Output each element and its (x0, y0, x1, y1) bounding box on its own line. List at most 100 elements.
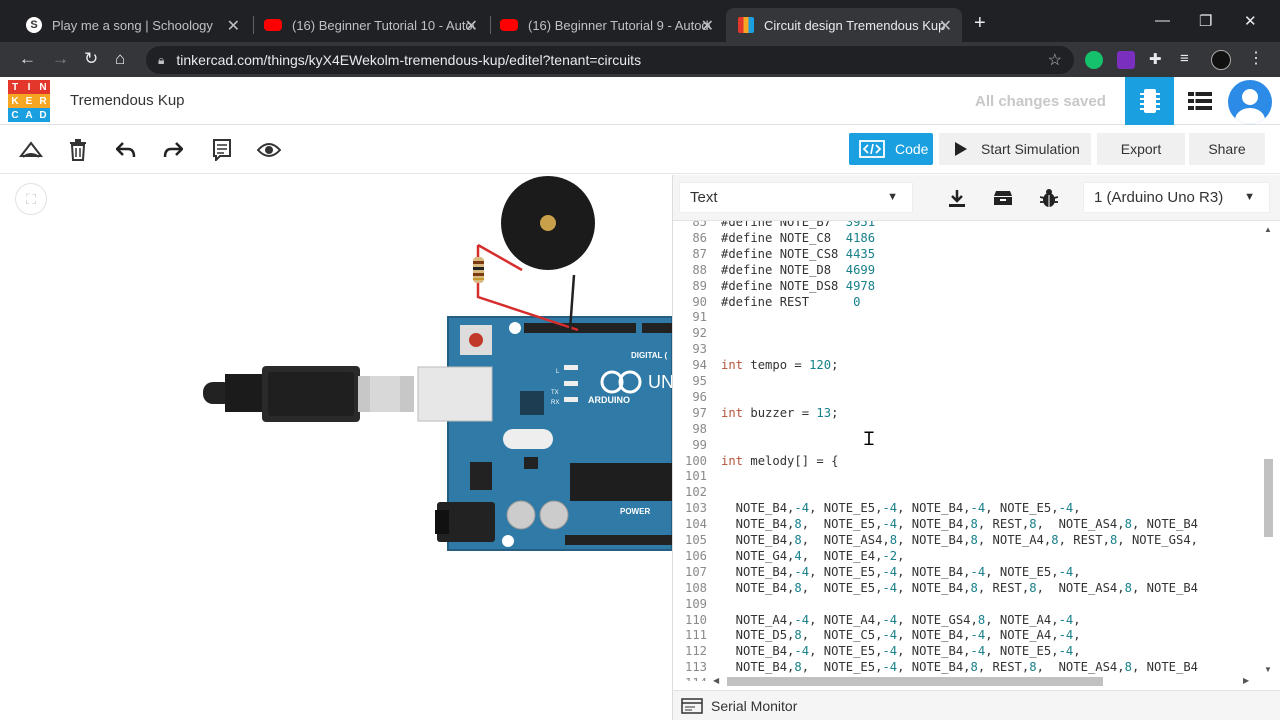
line-number: 87 (692, 246, 707, 261)
code-line[interactable]: 90 #define REST 0 (673, 294, 860, 310)
code-line[interactable]: 110 NOTE_A4,-4, NOTE_A4,-4, NOTE_GS4,8, … (673, 612, 1081, 628)
code-line[interactable]: 88 #define NOTE_D8 4699 (673, 262, 875, 278)
scroll-down-icon[interactable]: ▼ (1264, 665, 1272, 674)
code-line[interactable]: 102 (673, 484, 721, 500)
code-token: melody[] = { (743, 453, 839, 468)
profile-icon[interactable] (1211, 50, 1231, 70)
scroll-right-icon[interactable]: ▶ (1243, 676, 1249, 685)
code-token: , NOTE_A4, (985, 612, 1059, 627)
new-tab-button[interactable]: + (974, 12, 986, 35)
menu-kebab-icon[interactable]: ⋮ (1248, 48, 1266, 67)
code-line[interactable]: 107 NOTE_B4,-4, NOTE_E5,-4, NOTE_B4,-4, … (673, 564, 1081, 580)
code-mode-select[interactable]: Text ▼ (679, 182, 913, 213)
code-line[interactable]: 109 (673, 596, 721, 612)
home-icon[interactable]: ⌂ (115, 49, 125, 69)
code-button[interactable]: Code (849, 133, 933, 165)
code-token: tempo = (743, 358, 810, 373)
share-button[interactable]: Share (1189, 133, 1265, 165)
address-bar[interactable]: 🔒︎ tinkercad.com/things/kyX4EWekolm-trem… (146, 46, 1074, 74)
code-line[interactable]: 111 NOTE_D5,8, NOTE_C5,-4, NOTE_B4,-4, N… (673, 627, 1081, 643)
debugger-bug-icon[interactable] (1034, 183, 1064, 213)
code-line[interactable]: 89 #define NOTE_DS8 4978 (673, 278, 875, 294)
start-simulation-button[interactable]: Start Simulation (939, 133, 1091, 165)
code-token: -4 (970, 628, 986, 643)
browser-tab-schoology[interactable]: S Play me a song | Schoology ✕ (14, 8, 250, 42)
close-icon[interactable]: ✕ (227, 16, 240, 36)
code-line[interactable]: 94 int tempo = 120; (673, 357, 838, 373)
notes-icon[interactable] (210, 138, 234, 162)
minimize-icon[interactable]: — (1155, 12, 1170, 29)
close-icon[interactable]: ✕ (465, 16, 478, 36)
code-line[interactable]: 98 (673, 421, 721, 437)
serial-monitor-bar[interactable]: Serial Monitor (673, 690, 1280, 720)
code-line[interactable]: 96 (673, 389, 721, 405)
resistor[interactable] (473, 257, 484, 283)
bookmark-star-icon[interactable]: ☆ (1048, 50, 1062, 70)
redo-icon[interactable] (161, 138, 185, 162)
code-line[interactable]: 92 (673, 325, 721, 341)
code-line[interactable]: 101 (673, 468, 721, 484)
code-line[interactable]: 106 NOTE_G4,4, NOTE_E4,-2, (673, 548, 904, 564)
back-icon[interactable]: ← (19, 49, 36, 69)
forward-icon[interactable]: → (52, 49, 69, 69)
code-token: 8 (1029, 660, 1037, 675)
vertical-scrollbar[interactable]: ▲ ▼ (1261, 221, 1275, 681)
chip-icon (1139, 89, 1160, 113)
extensions-puzzle-icon[interactable]: ✚ (1149, 50, 1167, 68)
usb-cable[interactable] (203, 366, 414, 422)
code-line[interactable]: 86 #define NOTE_C8 4186 (673, 230, 875, 246)
horizontal-scrollbar[interactable]: ◀ ▶ (713, 675, 1253, 689)
code-line[interactable]: 85 #define NOTE_B7 3951 (673, 221, 875, 230)
user-avatar[interactable] (1228, 80, 1272, 124)
circuit-workplane[interactable]: ⛶ ARDUINO UN DIGITAL (POWER TX RX L (0, 175, 672, 720)
close-icon[interactable]: ✕ (939, 16, 952, 36)
vertical-scroll-thumb[interactable] (1264, 459, 1273, 537)
code-token: -4 (882, 612, 898, 627)
library-icon[interactable] (988, 183, 1018, 213)
scroll-up-icon[interactable]: ▲ (1264, 225, 1272, 234)
undo-icon[interactable] (114, 138, 138, 162)
circuit-view-button[interactable] (1125, 77, 1174, 125)
code-line[interactable]: 87 #define NOTE_CS8 4435 (673, 246, 875, 262)
export-button[interactable]: Export (1097, 133, 1185, 165)
code-line[interactable]: 103 NOTE_B4,-4, NOTE_E5,-4, NOTE_B4,-4, … (673, 500, 1081, 516)
code-line[interactable]: 93 (673, 341, 721, 357)
browser-tab-tinkercad[interactable]: Circuit design Tremendous Kup | ✕ (726, 8, 962, 42)
code-token: 8 (970, 533, 978, 547)
horizontal-scroll-thumb[interactable] (727, 677, 1103, 686)
code-editor[interactable]: 85 #define NOTE_B7 3951 86 #define NOTE_C8 … (673, 221, 1261, 681)
restore-icon[interactable]: ❐ (1199, 12, 1212, 30)
code-line[interactable]: 112 NOTE_B4,-4, NOTE_E5,-4, NOTE_B4,-4, … (673, 643, 1081, 659)
arduino-uno-board[interactable]: ARDUINO UN DIGITAL ( POWER TX RX L (417, 316, 672, 551)
code-line[interactable]: 108 NOTE_B4,8, NOTE_E5,-4, NOTE_B4,8, RE… (673, 580, 1198, 596)
close-icon[interactable]: ✕ (701, 16, 714, 36)
device-select[interactable]: 1 (Arduino Uno R3) ▼ (1083, 182, 1270, 213)
code-line[interactable]: 91 (673, 309, 721, 325)
visibility-eye-icon[interactable] (257, 138, 281, 162)
reload-icon[interactable]: ↻ (84, 49, 98, 69)
code-line[interactable]: 105 NOTE_B4,8, NOTE_AS4,8, NOTE_B4,8, NO… (673, 532, 1198, 548)
extension-r-icon[interactable] (1117, 51, 1135, 69)
trash-icon[interactable] (66, 138, 90, 162)
media-control-icon[interactable]: ≡ (1180, 50, 1198, 68)
code-token: NOTE_B4, (721, 580, 795, 595)
tinkercad-logo[interactable]: T I N K E R C A D (8, 80, 50, 122)
browser-tab-tutorial-9[interactable]: (16) Beginner Tutorial 9 - Autode ✕ (488, 8, 724, 42)
code-line[interactable]: 95 (673, 373, 721, 389)
code-line[interactable]: 104 NOTE_B4,8, NOTE_E5,-4, NOTE_B4,8, RE… (673, 516, 1198, 532)
scroll-left-icon[interactable]: ◀ (713, 676, 719, 685)
download-icon[interactable] (942, 183, 972, 213)
component-list-button[interactable] (1176, 77, 1224, 125)
code-line[interactable]: 99 (673, 437, 721, 453)
piezo-buzzer[interactable] (501, 176, 595, 270)
browser-tab-tutorial-10[interactable]: (16) Beginner Tutorial 10 - Autod ✕ (252, 8, 488, 42)
project-title[interactable]: Tremendous Kup (70, 92, 185, 109)
youtube-icon (500, 19, 518, 31)
window-close-icon[interactable]: ✕ (1244, 12, 1257, 30)
code-token: , NOTE_B4, (897, 564, 971, 579)
code-line[interactable]: 113 NOTE_B4,8, NOTE_E5,-4, NOTE_B4,8, RE… (673, 659, 1198, 675)
code-line[interactable]: 97 int buzzer = 13; (673, 405, 838, 421)
code-line[interactable]: 100 int melody[] = { (673, 453, 838, 469)
grammarly-extension-icon[interactable] (1085, 51, 1103, 69)
rotate-icon[interactable] (19, 138, 43, 162)
